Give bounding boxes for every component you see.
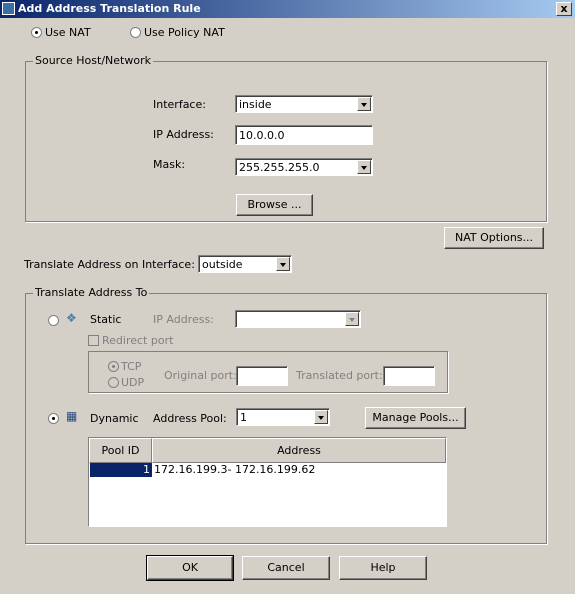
- use-nat-label: Use NAT: [45, 26, 91, 39]
- translated-port-field[interactable]: [383, 366, 435, 386]
- original-port-label: Original port:: [164, 369, 237, 382]
- column-header-pool-id[interactable]: Pool ID: [89, 438, 152, 463]
- static-ip-label: IP Address:: [153, 313, 214, 326]
- static-radio[interactable]: [48, 315, 59, 326]
- ip-address-value: 10.0.0.0: [239, 129, 285, 142]
- window-title: Add Address Translation Rule: [18, 2, 201, 15]
- translated-port-label: Translated port:: [296, 369, 383, 382]
- use-policy-nat-label: Use Policy NAT: [144, 26, 225, 39]
- chevron-down-icon[interactable]: [345, 312, 359, 326]
- redirect-port-checkbox[interactable]: [88, 335, 99, 346]
- mask-select[interactable]: 255.255.255.0: [235, 158, 373, 176]
- nat-options-button[interactable]: NAT Options...: [444, 227, 544, 249]
- address-pool-label: Address Pool:: [153, 412, 227, 425]
- app-icon: [2, 2, 15, 15]
- chevron-down-icon[interactable]: [314, 410, 328, 424]
- redirect-port-label: Redirect port: [102, 334, 174, 347]
- interface-select[interactable]: inside: [235, 95, 373, 113]
- chevron-down-icon[interactable]: [276, 257, 290, 271]
- close-button[interactable]: x: [556, 2, 572, 16]
- interface-select-value: inside: [239, 98, 272, 111]
- help-button[interactable]: Help: [339, 556, 427, 580]
- udp-label: UDP: [121, 376, 145, 389]
- tcp-label: TCP: [121, 360, 142, 373]
- use-nat-radio[interactable]: [31, 27, 42, 38]
- ip-address-field[interactable]: 10.0.0.0: [235, 125, 373, 145]
- column-header-address[interactable]: Address: [152, 438, 446, 463]
- original-port-field[interactable]: [236, 366, 288, 386]
- static-network-icon: ❖: [66, 311, 77, 325]
- pool-id-cell[interactable]: 1: [90, 463, 152, 477]
- use-policy-nat-radio[interactable]: [130, 27, 141, 38]
- cancel-button[interactable]: Cancel: [242, 556, 330, 580]
- chevron-down-icon[interactable]: [357, 97, 371, 111]
- chevron-down-icon[interactable]: [357, 160, 371, 174]
- manage-pools-button[interactable]: Manage Pools...: [365, 407, 466, 429]
- ip-address-label: IP Address:: [153, 128, 214, 141]
- address-pool-select[interactable]: 1: [236, 408, 330, 426]
- translate-interface-select[interactable]: outside: [198, 255, 292, 273]
- source-host-network-legend: Source Host/Network: [33, 54, 153, 67]
- tcp-radio[interactable]: [108, 361, 119, 372]
- static-label: Static: [90, 313, 122, 326]
- dynamic-network-icon: ▦: [66, 409, 78, 423]
- ok-button[interactable]: OK: [146, 555, 234, 581]
- mask-select-value: 255.255.255.0: [239, 161, 320, 174]
- static-ip-select[interactable]: [235, 310, 361, 328]
- mask-label: Mask:: [153, 158, 186, 171]
- address-cell[interactable]: 172.16.199.3- 172.16.199.62: [154, 463, 315, 477]
- address-pool-value: 1: [240, 411, 247, 424]
- dynamic-radio[interactable]: [48, 413, 59, 424]
- interface-label: Interface:: [153, 98, 206, 111]
- translate-interface-value: outside: [202, 258, 243, 271]
- translate-address-to-legend: Translate Address To: [33, 286, 150, 299]
- dynamic-label: Dynamic: [90, 412, 139, 425]
- translate-interface-label: Translate Address on Interface:: [24, 258, 195, 271]
- browse-button[interactable]: Browse ...: [236, 194, 313, 216]
- udp-radio[interactable]: [108, 377, 119, 388]
